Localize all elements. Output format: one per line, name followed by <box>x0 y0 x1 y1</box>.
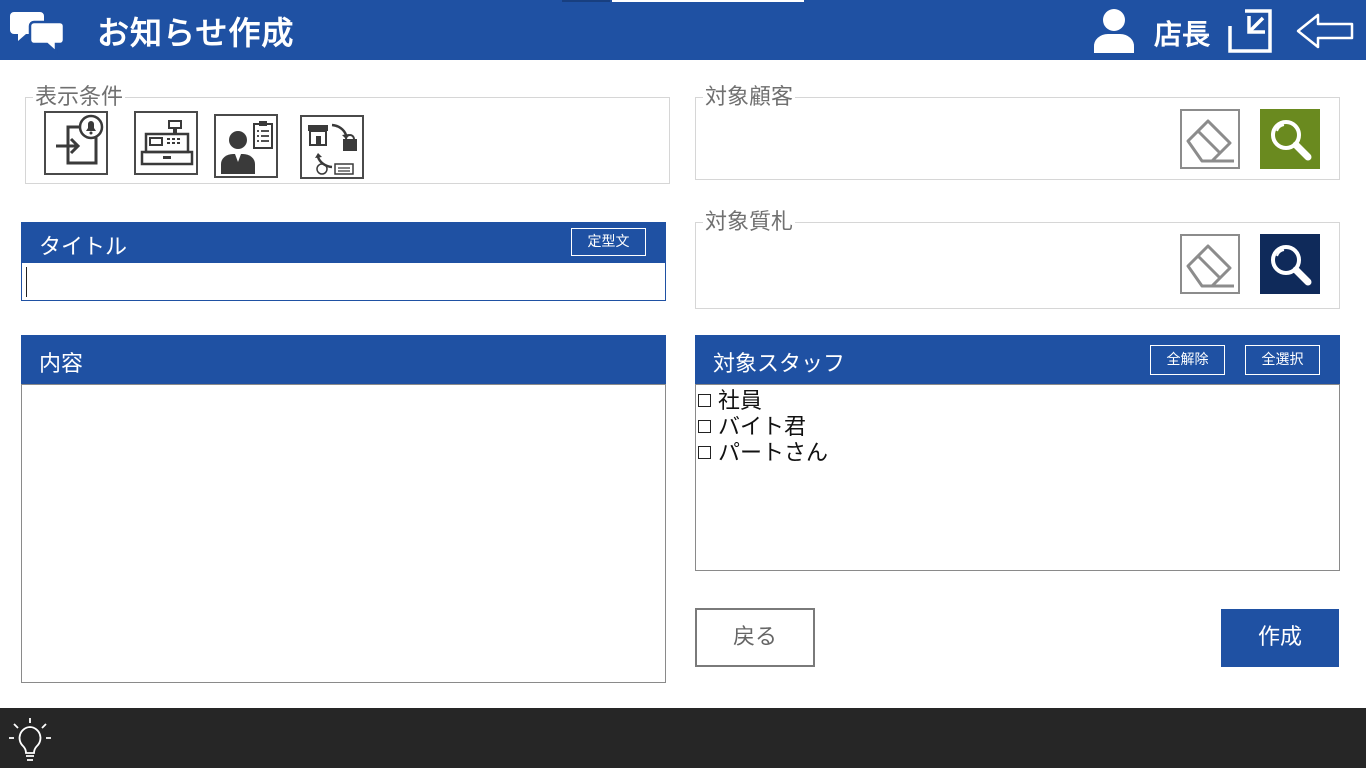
target-staff-header: 対象スタッフ 全解除 全選択 <box>695 335 1340 385</box>
title-section-label: タイトル <box>39 235 128 260</box>
content-section-label: 内容 <box>39 352 84 377</box>
customer-search-button[interactable] <box>1260 109 1320 169</box>
staff-item-label: パートさん <box>718 441 829 466</box>
display-conditions-legend: 表示条件 <box>33 85 126 110</box>
chat-bubbles-icon <box>10 12 66 54</box>
user-name: 店長 <box>1154 18 1211 51</box>
title-input[interactable] <box>21 262 666 301</box>
eraser-icon <box>1186 119 1234 163</box>
customer-eraser-button[interactable] <box>1180 109 1240 169</box>
eraser-icon <box>1186 244 1234 288</box>
user-icon <box>1093 9 1135 53</box>
staff-item-part[interactable]: パートさん <box>698 438 829 466</box>
select-all-button[interactable]: 全選択 <box>1245 345 1320 375</box>
checkbox[interactable] <box>698 393 711 407</box>
target-pawn-legend: 対象質札 <box>703 210 796 235</box>
search-icon <box>1271 245 1312 286</box>
template-text-button[interactable]: 定型文 <box>571 228 646 256</box>
content-section-header: 内容 <box>21 335 666 385</box>
page-title: お知らせ作成 <box>97 14 295 52</box>
checkbox[interactable] <box>698 419 711 433</box>
footer-bar <box>0 708 1366 768</box>
title-section-header: タイトル 定型文 <box>21 222 666 262</box>
clear-all-button[interactable]: 全解除 <box>1150 345 1225 375</box>
target-staff-label: 対象スタッフ <box>713 352 846 377</box>
target-customer-legend: 対象顧客 <box>703 85 796 110</box>
staff-clipboard-icon[interactable] <box>214 114 278 178</box>
lightbulb-icon[interactable] <box>8 716 52 764</box>
pawn-eraser-button[interactable] <box>1180 234 1240 294</box>
create-button[interactable]: 作成 <box>1221 609 1339 667</box>
tab-indicator <box>562 0 610 2</box>
login-bell-icon[interactable] <box>44 111 108 175</box>
text-caret <box>26 267 27 297</box>
tab-indicator-active <box>612 0 804 2</box>
store-exchange-icon[interactable] <box>300 115 364 179</box>
logout-icon[interactable] <box>1227 8 1273 54</box>
target-pawn-box <box>695 222 1340 309</box>
back-arrow-icon[interactable] <box>1296 12 1354 50</box>
search-icon <box>1271 120 1312 161</box>
back-button[interactable]: 戻る <box>695 608 815 667</box>
checkbox[interactable] <box>698 445 711 459</box>
content-textarea[interactable] <box>21 384 666 683</box>
pawn-search-button[interactable] <box>1260 234 1320 294</box>
staff-list: 社員 バイト君 パートさん <box>695 384 1340 571</box>
cash-register-icon[interactable] <box>134 111 198 175</box>
